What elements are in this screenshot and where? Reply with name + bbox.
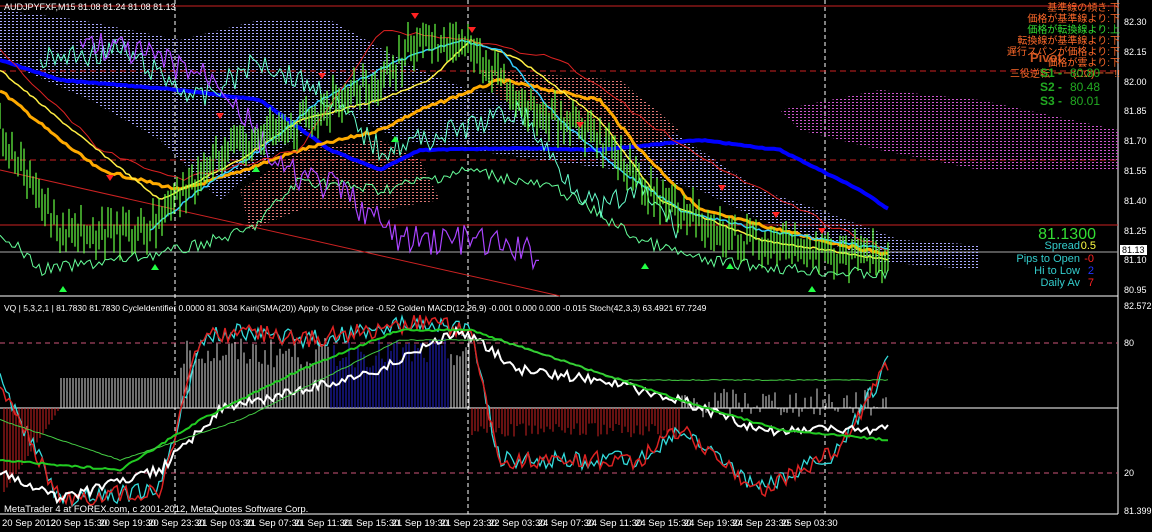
- hilo-value: 2: [1087, 265, 1094, 277]
- buy-arrow: [726, 263, 734, 269]
- copyright: MetaTrader 4 at FOREX.com, c 2001-2012, …: [4, 504, 309, 515]
- time-tick: 21 Sep 11:30: [294, 518, 351, 529]
- price-tick: 82.15: [1124, 46, 1147, 57]
- s2-value: 80.48: [1070, 80, 1101, 94]
- buy-arrow: [641, 263, 649, 269]
- sub-axis-80: 80: [1124, 338, 1135, 348]
- sell-arrow: [468, 27, 476, 33]
- chart-title: AUDJPYFXF,M15 81.08 81.24 81.08 81.13: [4, 2, 176, 12]
- price-chart[interactable]: [0, 0, 1152, 532]
- signal-line: 価格が基準線より:下: [1027, 14, 1120, 25]
- pivot-label: Pivot: [1030, 50, 1062, 65]
- price-tick: 81.70: [1124, 136, 1147, 147]
- daily-label: Daily Av: [1040, 277, 1080, 289]
- price-tick: 82.00: [1124, 76, 1147, 87]
- s3-value: 80.01: [1070, 94, 1101, 108]
- daily-value: 7: [1087, 277, 1094, 289]
- price-tick: 82.30: [1124, 17, 1147, 27]
- sell-arrow: [411, 13, 419, 19]
- current-price-tag: 81.13: [1120, 245, 1147, 255]
- price-tick: 81.40: [1124, 195, 1147, 206]
- s2-label: S2 -: [1040, 80, 1063, 94]
- s1-label: S1 -: [1040, 66, 1063, 80]
- signal-line: 価格が転換線より:上: [1027, 25, 1120, 36]
- hilo-label: Hi to Low: [1034, 265, 1080, 277]
- signal-line: 三役逆転 ーー(ΩΩ)ーー!!: [1010, 69, 1120, 80]
- price-tick: 80.95: [1124, 285, 1147, 296]
- price-tick: 81.25: [1124, 225, 1147, 236]
- signal-line: 転換線が基準線より:下: [1017, 36, 1120, 47]
- pips-value: -0: [1084, 253, 1094, 265]
- sub-axis-top: 82.5725: [1124, 301, 1152, 311]
- signal-line: 遅行スパンが価格より:下: [1006, 47, 1120, 58]
- price-tick: 81.55: [1124, 166, 1147, 176]
- price-tick: 81.10: [1124, 255, 1147, 266]
- sell-arrow: [106, 175, 114, 181]
- buy-arrow: [151, 264, 159, 270]
- buy-arrow: [808, 286, 816, 292]
- indicator-header: VQ | 5,3,2,1 | 81.7830 81.7830 CycleIden…: [4, 303, 707, 313]
- signal-line: 基準線の傾き:下: [1047, 3, 1120, 14]
- time-tick: 20 Sep 2012: [2, 518, 56, 529]
- s1-value: 80.80: [1070, 66, 1101, 80]
- spread-label: Spread: [1044, 240, 1080, 252]
- s3-label: S3 -: [1040, 94, 1063, 108]
- time-tick: 25 Sep 03:30: [781, 518, 838, 529]
- sub-axis-bottom: 81.3999: [1124, 506, 1152, 516]
- time-tick: 24 Sep 11:30: [586, 518, 643, 529]
- spread-value: 0.5: [1080, 240, 1096, 252]
- ichimoku-cloud: [780, 90, 1118, 170]
- buy-arrow: [59, 286, 67, 292]
- kairi-line: [0, 325, 889, 505]
- pips-label: Pips to Open: [1016, 253, 1080, 265]
- sub-axis-20: 20: [1124, 468, 1135, 478]
- price-tick: 81.85: [1124, 106, 1147, 117]
